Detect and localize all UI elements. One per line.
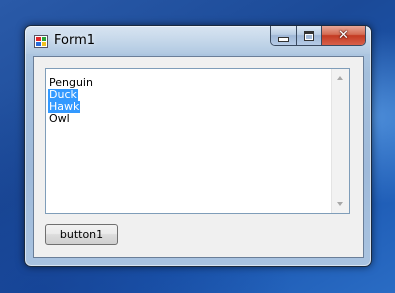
button1[interactable]: button1 — [45, 224, 118, 245]
list-item[interactable]: Owl — [48, 112, 71, 125]
maximize-button[interactable] — [297, 26, 322, 45]
minimize-button[interactable] — [271, 26, 297, 45]
title-bar[interactable]: Form1 ✕ — [25, 26, 371, 54]
listbox-items: Penguin Duck Hawk Owl — [48, 71, 94, 125]
window-title: Form1 — [54, 33, 96, 48]
form-client-area: Penguin Duck Hawk Owl button1 — [33, 56, 364, 258]
close-button[interactable]: ✕ — [322, 26, 365, 45]
app-icon[interactable] — [34, 35, 48, 48]
close-icon: ✕ — [338, 28, 349, 43]
vertical-scrollbar[interactable] — [331, 69, 349, 213]
minimize-icon — [278, 36, 289, 42]
caption-buttons: ✕ — [270, 26, 366, 46]
listbox[interactable]: Penguin Duck Hawk Owl — [45, 68, 350, 214]
form-window: Form1 ✕ Penguin Duck Hawk Owl button1 — [24, 25, 372, 267]
scroll-down-arrow-icon[interactable] — [337, 202, 343, 206]
maximize-icon — [304, 30, 314, 41]
scroll-up-arrow-icon[interactable] — [337, 76, 343, 80]
